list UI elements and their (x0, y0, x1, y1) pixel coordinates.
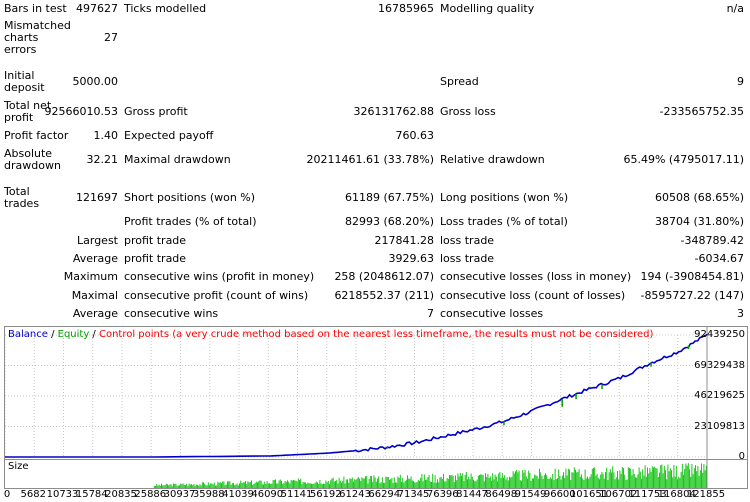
x-tick-label: 46090 (251, 489, 284, 500)
absolute-drawdown-value: 32.21 (86, 153, 119, 166)
x-tick-label: 25886 (134, 489, 167, 500)
maximal-drawdown-label: Maximal drawdown (124, 153, 231, 166)
x-tick-label: 10733 (46, 489, 79, 500)
x-tick-label: 0 (3, 489, 11, 500)
y-tick-label: 69329438 (694, 359, 745, 371)
bars-in-test-value: 497627 (76, 2, 118, 15)
relative-drawdown-value: 65.49% (4795017.11) (623, 153, 744, 166)
largest-loss-label: loss trade (440, 234, 495, 247)
average-loss-label: loss trade (440, 252, 495, 265)
profit-factor-label: Profit factor (4, 129, 69, 142)
legend-separator: / (89, 329, 99, 340)
avg-cons-wins-value: 7 (427, 307, 434, 320)
x-tick-label: 20835 (105, 489, 137, 500)
gross-loss-value: -233565752.35 (659, 105, 744, 118)
bars-in-test-label: Bars in test (4, 2, 67, 15)
loss-trades-value: 38704 (31.80%) (654, 215, 744, 228)
expected-payoff-label: Expected payoff (124, 129, 214, 142)
maximal-drawdown-value: 20211461.61 (33.78%) (306, 153, 434, 166)
modelling-quality-value: n/a (726, 2, 744, 15)
gross-profit-label: Gross profit (124, 105, 188, 118)
legend-balance: Balance (8, 329, 48, 340)
y-tick-label: 23109813 (694, 420, 745, 432)
max-cons-losses-label: consecutive losses (loss in money) (440, 270, 632, 283)
initial-deposit-value: 5000.00 (72, 75, 119, 88)
short-positions-value: 61189 (67.75%) (344, 191, 434, 204)
x-tick-label: 56192 (309, 489, 342, 500)
x-tick-label: 35988 (192, 489, 225, 500)
profit-trades-value: 82993 (68.20%) (344, 215, 434, 228)
x-tick-label: 15784 (75, 489, 108, 500)
avg-cons-losses-value: 3 (737, 307, 744, 320)
max-cons-wins-label: consecutive wins (profit in money) (124, 270, 315, 283)
x-tick-label: 5682 (20, 489, 46, 500)
total-net-profit-value: 92566010.53 (44, 105, 118, 118)
x-tick-label: 66294 (368, 489, 401, 500)
spread-label: Spread (440, 75, 479, 88)
legend-equity: Equity (57, 329, 90, 340)
average-profit-value: 3929.63 (388, 252, 435, 265)
largest-profit-value: 217841.28 (374, 234, 435, 247)
x-tick-label: 51141 (280, 489, 313, 500)
average-profit-label: profit trade (124, 252, 187, 265)
maximum-label: Maximum (63, 270, 118, 283)
largest-label: Largest (77, 234, 118, 247)
total-trades-value: 121697 (76, 191, 118, 204)
legend-control-points: Control points (a very crude method base… (98, 329, 654, 340)
ticks-modelled-value: 16785965 (378, 2, 434, 15)
largest-loss-value: -348789.42 (680, 234, 744, 247)
x-tick-label: 30937 (163, 489, 196, 500)
profit-trades-label: Profit trades (% of total) (124, 215, 257, 228)
chart-legend: Balance / Equity / Control points (a ver… (8, 329, 653, 340)
maximal-cons-loss-label: consecutive loss (count of losses) (440, 289, 626, 302)
gross-profit-value: 326131762.88 (353, 105, 434, 118)
average-label: Average (72, 252, 118, 265)
average-loss-value: -6034.67 (694, 252, 744, 265)
maximal-label: Maximal (71, 289, 118, 302)
long-positions-label: Long positions (won %) (440, 191, 569, 204)
short-positions-label: Short positions (won %) (124, 191, 256, 204)
x-tick-label: 61243 (339, 489, 371, 500)
balance-chart: Balance / Equity / Control points (a ver… (4, 326, 748, 463)
legend-separator: / (47, 329, 58, 340)
avg-cons-losses-label: consecutive losses (440, 307, 544, 320)
ticks-modelled-label: Ticks modelled (124, 2, 207, 15)
size-panel: Size (4, 459, 748, 489)
mismatched-errors-label: Mismatched charts errors (4, 19, 71, 56)
relative-drawdown-label: Relative drawdown (440, 153, 545, 166)
largest-profit-label: profit trade (124, 234, 187, 247)
mismatched-errors-value: 27 (104, 31, 118, 44)
x-tick-label: 121855 (686, 489, 726, 500)
spread-value: 9 (737, 75, 744, 88)
max-cons-wins-value: 258 (2048612.07) (334, 270, 434, 283)
x-tick-label: 86498 (485, 489, 518, 500)
modelling-quality-label: Modelling quality (440, 2, 535, 15)
report-summary: Bars in test 497627 Ticks modelled 16785… (0, 0, 750, 326)
x-tick-label: 71345 (397, 489, 430, 500)
x-axis-labels: 0 5682 10733 15784 20835 25886 30937 35988 41039… (0, 489, 750, 502)
avg-cons-wins-label: consecutive wins (124, 307, 219, 320)
size-plot (153, 460, 708, 488)
gross-loss-label: Gross loss (440, 105, 496, 118)
absolute-drawdown-label: Absolute drawdown (4, 147, 61, 172)
y-tick-label: 92439250 (694, 329, 745, 340)
x-tick-label: 81447 (456, 489, 488, 500)
y-tick-label: 46219625 (694, 390, 745, 401)
maximal-cons-profit-label: consecutive profit (count of wins) (124, 289, 309, 302)
maximal-cons-profit-value: 6218552.37 (211) (334, 289, 434, 302)
size-label: Size (8, 461, 29, 472)
x-tick-label: 76396 (426, 489, 459, 500)
total-trades-label: Total trades (4, 185, 40, 210)
maximal-cons-loss-value: -8595727.22 (147) (640, 289, 744, 302)
balance-chart-plot (5, 327, 708, 462)
expected-payoff-value: 760.63 (395, 129, 435, 142)
average2-label: Average (72, 307, 118, 320)
max-cons-losses-value: 194 (-3908454.81) (640, 270, 744, 283)
long-positions-value: 60508 (68.65%) (654, 191, 744, 204)
x-tick-label: 41039 (222, 489, 254, 500)
initial-deposit-label: Initial deposit (4, 69, 45, 94)
loss-trades-label: Loss trades (% of total) (440, 215, 568, 228)
profit-factor-value: 1.40 (93, 129, 119, 142)
x-tick-label: 91549 (514, 489, 547, 500)
